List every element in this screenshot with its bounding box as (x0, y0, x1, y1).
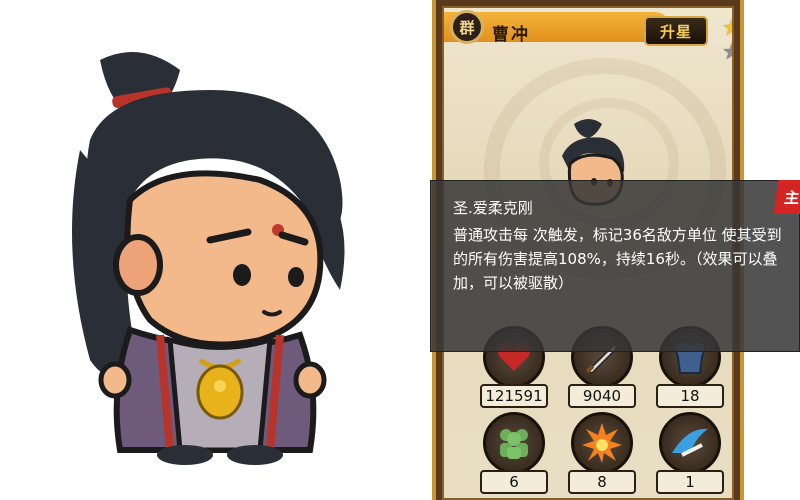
dash-icon (659, 412, 721, 474)
stat-value-speed: 1 (656, 470, 724, 494)
hero-portrait (72, 52, 345, 465)
skill-description: 普通攻击每 次触发，标记36名敌方单位 使其受到的所有伤害提高108%，持续16… (453, 226, 782, 292)
upgrade-star-button[interactable]: 升星 (644, 16, 708, 46)
troops-icon (483, 412, 545, 474)
stat-value-troops: 6 (480, 470, 548, 494)
explosion-icon (571, 412, 633, 474)
stat-value-defense: 18 (656, 384, 724, 408)
star-filled-icon: ★ (722, 18, 732, 40)
stat-skill-power: 8 (568, 412, 638, 498)
stat-speed: 1 (656, 412, 726, 498)
main-skill-tag: 主 (773, 180, 800, 214)
stat-value-health: 121591 (480, 384, 548, 408)
skill-name: 圣.爱柔克刚 (453, 199, 533, 217)
hero-name: 曹冲 (492, 25, 530, 45)
stat-value-skill-power: 8 (568, 470, 636, 494)
skill-tooltip: 圣.爱柔克刚 普通攻击每 次触发，标记36名敌方单位 使其受到的所有伤害提高10… (430, 180, 800, 352)
stat-troops: 6 (480, 412, 550, 498)
faction-badge: 群 (450, 10, 484, 44)
stat-value-attack: 9040 (568, 384, 636, 408)
star-empty-icon: ★ (722, 42, 732, 64)
